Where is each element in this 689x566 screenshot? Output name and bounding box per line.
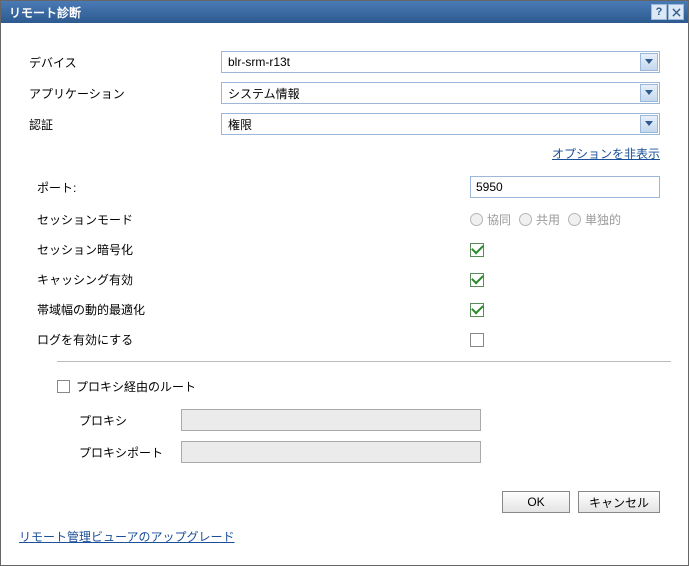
- device-label: デバイス: [29, 54, 221, 71]
- radio-cooperative: 協同: [470, 211, 511, 228]
- help-button[interactable]: ?: [651, 4, 667, 20]
- radio-exclusive-label: 単独的: [585, 211, 621, 228]
- proxy-host-input: [181, 409, 481, 431]
- proxy-route-row: プロキシ経由のルート: [57, 378, 660, 395]
- auth-value: 権限: [228, 116, 252, 133]
- options-toggle-row: オプションを非表示: [29, 145, 660, 162]
- session-mode-row: セッションモード 協同 共用 単独的: [29, 211, 660, 228]
- proxy-host-row: プロキシ: [57, 409, 660, 431]
- radio-exclusive: 単独的: [568, 211, 621, 228]
- encryption-label: セッション暗号化: [37, 241, 470, 258]
- proxy-port-input: [181, 441, 481, 463]
- auth-label: 認証: [29, 116, 221, 133]
- proxy-port-label: プロキシポート: [79, 444, 181, 461]
- chevron-down-icon: [640, 84, 658, 102]
- titlebar: リモート診断 ?: [1, 1, 688, 23]
- radio-shared-label: 共用: [536, 211, 560, 228]
- port-label: ポート:: [37, 179, 470, 196]
- bandwidth-checkbox[interactable]: [470, 303, 484, 317]
- footer: リモート管理ビューアのアップグレード: [19, 528, 235, 545]
- bandwidth-label: 帯域幅の動的最適化: [37, 301, 470, 318]
- application-label: アプリケーション: [29, 85, 221, 102]
- radio-icon: [568, 213, 581, 226]
- cancel-button[interactable]: キャンセル: [578, 491, 660, 513]
- logging-checkbox[interactable]: [470, 333, 484, 347]
- encryption-checkbox[interactable]: [470, 243, 484, 257]
- device-row: デバイス blr-srm-r13t: [29, 51, 660, 73]
- proxy-port-row: プロキシポート: [57, 441, 660, 463]
- proxy-host-label: プロキシ: [79, 412, 181, 429]
- proxy-section: プロキシ経由のルート プロキシ プロキシポート: [29, 378, 660, 463]
- dialog-title: リモート診断: [9, 4, 651, 21]
- chevron-down-icon: [640, 115, 658, 133]
- auth-select[interactable]: 権限: [221, 113, 660, 135]
- logging-row: ログを有効にする: [29, 331, 660, 348]
- application-value: システム情報: [228, 85, 300, 102]
- device-select[interactable]: blr-srm-r13t: [221, 51, 660, 73]
- ok-button[interactable]: OK: [502, 491, 570, 513]
- caching-checkbox[interactable]: [470, 273, 484, 287]
- titlebar-buttons: ?: [651, 4, 684, 20]
- auth-row: 認証 権限: [29, 113, 660, 135]
- port-row: ポート:: [29, 176, 660, 198]
- separator: [57, 361, 671, 362]
- chevron-down-icon: [640, 53, 658, 71]
- radio-cooperative-label: 協同: [487, 211, 511, 228]
- encryption-row: セッション暗号化: [29, 241, 660, 258]
- device-value: blr-srm-r13t: [228, 55, 290, 69]
- application-row: アプリケーション システム情報: [29, 82, 660, 104]
- dialog-buttons: OK キャンセル: [29, 491, 660, 513]
- radio-icon: [470, 213, 483, 226]
- port-input[interactable]: [470, 176, 660, 198]
- close-button[interactable]: [668, 4, 684, 20]
- application-select[interactable]: システム情報: [221, 82, 660, 104]
- upgrade-link[interactable]: リモート管理ビューアのアップグレード: [19, 530, 235, 544]
- session-mode-radios: 協同 共用 単独的: [470, 211, 621, 228]
- proxy-route-checkbox[interactable]: [57, 380, 70, 393]
- radio-shared: 共用: [519, 211, 560, 228]
- session-mode-label: セッションモード: [37, 211, 470, 228]
- hide-options-link[interactable]: オプションを非表示: [552, 147, 660, 161]
- radio-icon: [519, 213, 532, 226]
- caching-label: キャッシング有効: [37, 271, 470, 288]
- logging-label: ログを有効にする: [37, 331, 470, 348]
- bandwidth-row: 帯域幅の動的最適化: [29, 301, 660, 318]
- proxy-route-label: プロキシ経由のルート: [76, 378, 196, 395]
- caching-row: キャッシング有効: [29, 271, 660, 288]
- dialog-content: デバイス blr-srm-r13t アプリケーション システム情報 認証 権限 …: [1, 23, 688, 523]
